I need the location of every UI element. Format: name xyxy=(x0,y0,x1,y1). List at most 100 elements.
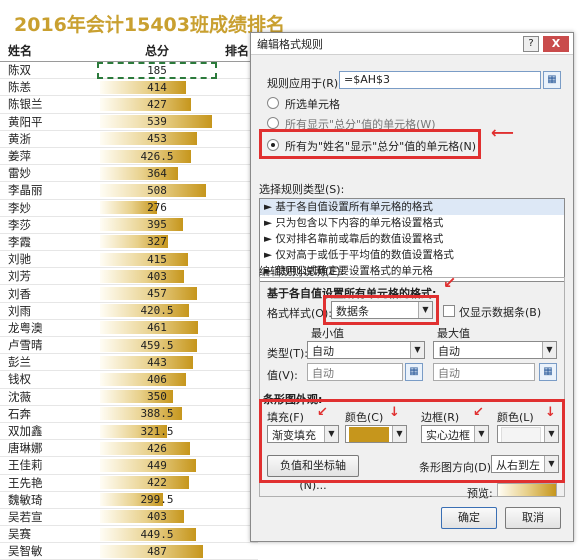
student-name-cell[interactable]: 刘雨 xyxy=(0,303,98,319)
student-name-cell[interactable]: 卢雪晴 xyxy=(0,337,98,353)
student-name-cell[interactable]: 刘芳 xyxy=(0,268,98,284)
student-name-cell[interactable]: 李晶丽 xyxy=(0,182,98,198)
score-cell[interactable]: 426.5 xyxy=(98,149,216,164)
range-picker-icon[interactable]: ▦ xyxy=(539,363,557,381)
student-name-cell[interactable]: 黄阳平 xyxy=(0,114,98,130)
table-row: 唐琳娜 426 xyxy=(0,440,258,458)
score-cell[interactable]: 350 xyxy=(98,389,216,404)
type-min-select[interactable]: 自动 ▼ xyxy=(307,341,425,359)
table-row: 黄浙 453 xyxy=(0,131,258,148)
range-picker-icon[interactable]: ▦ xyxy=(543,71,561,89)
cancel-button[interactable]: 取消 xyxy=(505,507,561,529)
student-name-cell[interactable]: 魏敏琦 xyxy=(0,492,98,508)
score-value: 299.5 xyxy=(140,493,174,507)
student-name-cell[interactable]: 双加鑫 xyxy=(0,423,98,439)
student-name-cell[interactable]: 石奔 xyxy=(0,406,98,422)
student-name-cell[interactable]: 龙粤澳 xyxy=(0,320,98,336)
close-button[interactable]: X xyxy=(543,36,569,52)
student-name-cell[interactable]: 黄浙 xyxy=(0,131,98,147)
student-name-cell[interactable]: 吴若宣 xyxy=(0,509,98,525)
score-cell[interactable]: 414 xyxy=(98,80,216,95)
score-cell[interactable]: 443 xyxy=(98,355,216,370)
score-value: 426.5 xyxy=(140,149,174,163)
rule-type-item[interactable]: ► 仅对高于或低于平均值的数值设置格式 xyxy=(260,247,564,263)
score-cell[interactable]: 427 xyxy=(98,97,216,112)
student-name-cell[interactable]: 王佳莉 xyxy=(0,457,98,473)
type-max-select[interactable]: 自动 ▼ xyxy=(433,341,557,359)
score-cell[interactable]: 406 xyxy=(98,372,216,387)
rule-type-item[interactable]: ► 基于各自值设置所有单元格的格式 xyxy=(260,199,564,215)
col-score-header[interactable]: 总分 xyxy=(98,42,216,59)
chevron-down-icon[interactable]: ▼ xyxy=(542,342,556,358)
applies-to-label: 规则应用于(R): xyxy=(267,77,342,90)
score-cell[interactable]: 276 xyxy=(98,200,216,215)
score-cell[interactable]: 388.5 xyxy=(98,406,216,421)
student-name-cell[interactable]: 吴赛 xyxy=(0,526,98,542)
score-cell[interactable]: 327 xyxy=(98,234,216,249)
score-value: 403 xyxy=(147,269,167,283)
rule-type-item[interactable]: ► 只为包含以下内容的单元格设置格式 xyxy=(260,215,564,231)
range-picker-icon[interactable]: ▦ xyxy=(405,363,423,381)
score-cell[interactable]: 449 xyxy=(98,458,216,473)
score-cell[interactable]: 457 xyxy=(98,286,216,301)
score-cell[interactable]: 364 xyxy=(98,166,216,181)
arrow-icon: ↙ xyxy=(443,273,457,292)
show-bar-only-checkbox[interactable] xyxy=(443,305,455,317)
score-value: 414 xyxy=(147,80,167,94)
student-name-cell[interactable]: 钱权 xyxy=(0,371,98,387)
score-cell[interactable]: 415 xyxy=(98,252,216,267)
score-cell[interactable]: 459.5 xyxy=(98,338,216,353)
student-name-cell[interactable]: 雷妙 xyxy=(0,165,98,181)
help-button[interactable]: ? xyxy=(523,36,539,52)
table-row: 龙粤澳 461 xyxy=(0,320,258,337)
student-name-cell[interactable]: 唐琳娜 xyxy=(0,440,98,456)
student-name-cell[interactable]: 陈银兰 xyxy=(0,96,98,112)
score-cell[interactable]: 426 xyxy=(98,441,216,456)
score-cell[interactable]: 449.5 xyxy=(98,527,216,542)
table-row: 李莎 395 xyxy=(0,217,258,234)
table-row: 沈薇 350 xyxy=(0,389,258,406)
score-cell[interactable]: 321.5 xyxy=(98,424,216,439)
student-name-cell[interactable]: 陈恙 xyxy=(0,79,98,95)
score-cell[interactable]: 461 xyxy=(98,320,216,335)
score-value: 327 xyxy=(147,235,167,249)
score-value: 449.5 xyxy=(140,527,174,541)
applies-to-input[interactable]: =$AH$3 xyxy=(339,71,541,89)
score-cell[interactable]: 395 xyxy=(98,217,216,232)
student-name-cell[interactable]: 刘香 xyxy=(0,286,98,302)
score-cell[interactable]: 403 xyxy=(98,269,216,284)
arrow-icon: ⟵ xyxy=(491,123,514,142)
table-row: 陈双 185 xyxy=(0,61,258,80)
student-name-cell[interactable]: 刘驰 xyxy=(0,251,98,267)
table-row: 王佳莉 449 xyxy=(0,457,258,475)
score-cell[interactable]: 539 xyxy=(98,114,216,129)
score-cell[interactable]: 422 xyxy=(98,475,216,490)
col-name-header[interactable]: 姓名 xyxy=(0,42,98,59)
table-row: 雷妙 364 xyxy=(0,165,258,183)
score-sheet: 姓名 总分 排名 陈双 185 陈恙 414 陈银兰 427 黄阳平 539 黄浙 453 姜萍 42… xyxy=(0,40,258,560)
student-name-cell[interactable]: 李妙 xyxy=(0,200,98,216)
score-cell[interactable]: 299.5 xyxy=(98,492,216,507)
value-min-input[interactable]: 自动 xyxy=(307,363,403,381)
radio-selected-cells[interactable] xyxy=(267,97,279,109)
student-name-cell[interactable]: 彭兰 xyxy=(0,354,98,370)
score-cell[interactable]: 185 xyxy=(97,61,217,79)
student-name-cell[interactable]: 李霞 xyxy=(0,234,98,250)
score-cell[interactable]: 420.5 xyxy=(98,303,216,318)
arrow-icon: ↓ xyxy=(545,405,556,420)
score-cell[interactable]: 487 xyxy=(98,544,216,559)
chevron-down-icon[interactable]: ▼ xyxy=(410,342,424,358)
score-cell[interactable]: 508 xyxy=(98,183,216,198)
radio-show-cells[interactable] xyxy=(267,117,279,129)
score-value: 449 xyxy=(147,458,167,472)
score-cell[interactable]: 403 xyxy=(98,509,216,524)
score-cell[interactable]: 453 xyxy=(98,131,216,146)
student-name-cell[interactable]: 沈薇 xyxy=(0,389,98,405)
value-max-input[interactable]: 自动 xyxy=(433,363,535,381)
rule-type-item[interactable]: ► 仅对排名靠前或靠后的数值设置格式 xyxy=(260,231,564,247)
student-name-cell[interactable]: 陈双 xyxy=(0,62,98,78)
ok-button[interactable]: 确定 xyxy=(441,507,497,529)
student-name-cell[interactable]: 李莎 xyxy=(0,217,98,233)
student-name-cell[interactable]: 王先艳 xyxy=(0,475,98,491)
student-name-cell[interactable]: 姜萍 xyxy=(0,148,98,164)
